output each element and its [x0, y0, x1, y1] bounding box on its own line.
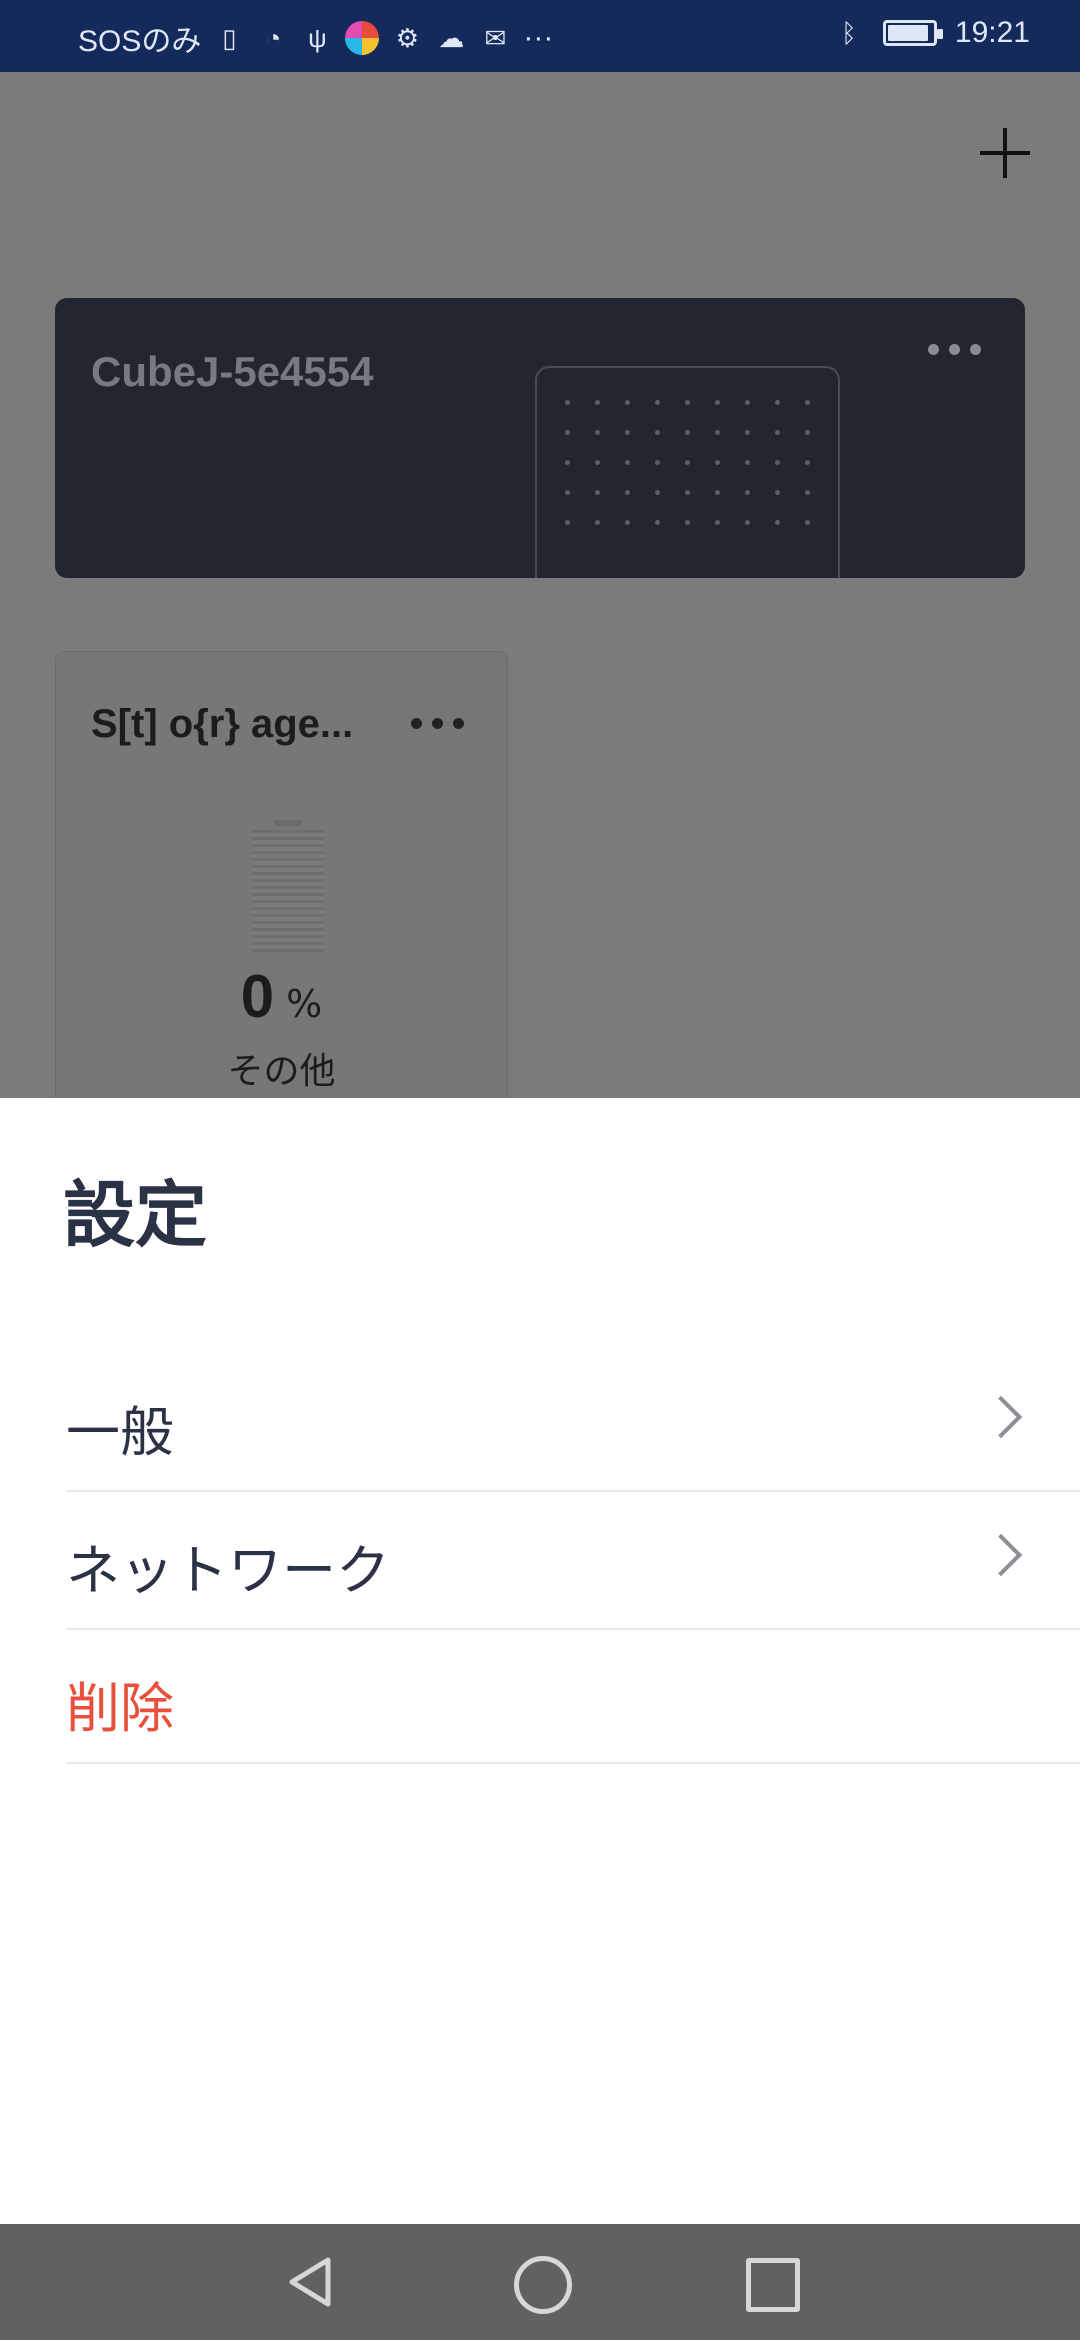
status-bar: SOSのみ ▯ ◔ ψ ⚙ ☁ ✉ ··· ᛒ 19:21 [0, 0, 1080, 72]
device-dot [715, 460, 720, 465]
device-dot [805, 520, 810, 525]
device-dot [595, 490, 600, 495]
storage-type-label: その他 [227, 1051, 336, 1092]
storage-card[interactable]: S[t] o{r} age... 0% その他 [55, 651, 508, 1111]
device-illustration [535, 366, 840, 578]
recent-square-icon[interactable] [746, 2258, 800, 2312]
device-dot [715, 430, 720, 435]
device-dot [625, 460, 630, 465]
device-dot [655, 430, 660, 435]
plus-icon[interactable] [980, 128, 1030, 178]
device-dot [655, 400, 660, 405]
device-dot [745, 490, 750, 495]
device-dot [595, 430, 600, 435]
device-dot [745, 460, 750, 465]
status-right: ᛒ 19:21 [833, 16, 1030, 50]
storage-more-icon[interactable] [411, 718, 464, 729]
device-dot [625, 430, 630, 435]
device-dot [805, 460, 810, 465]
settings-bottom-sheet: 設定 一般 ネットワーク 削除 [0, 1098, 1080, 2224]
bluetooth-icon: ᛒ [841, 17, 857, 48]
app-color-icon [345, 21, 380, 55]
device-dot [655, 490, 660, 495]
device-name: CubeJ-5e4554 [91, 348, 374, 395]
device-dot [655, 460, 660, 465]
chevron-right-icon [979, 1533, 1023, 1577]
gear-icon: ⚙ [395, 22, 420, 53]
device-dot [745, 400, 750, 405]
menu-item-network[interactable]: ネットワーク [66, 1494, 1080, 1630]
sheet-title: 設定 [63, 1173, 208, 1257]
device-dot [775, 400, 780, 405]
chevron-right-icon [979, 1395, 1023, 1439]
device-dot [565, 400, 570, 405]
device-dot [715, 490, 720, 495]
more-horizontal-icon[interactable] [928, 344, 981, 355]
menu-item-delete-label: 削除 [66, 1677, 174, 1740]
device-dot [655, 520, 660, 525]
clock: 19:21 [954, 16, 1030, 49]
device-dot [775, 430, 780, 435]
menu-item-general[interactable]: 一般 [66, 1356, 1080, 1492]
device-dot [685, 460, 690, 465]
device-dot [805, 430, 810, 435]
sim-icon: ▯ [222, 22, 237, 53]
device-dot [565, 520, 570, 525]
device-dot [715, 520, 720, 525]
storage-name: S[t] o{r} age... [91, 702, 354, 746]
home-circle-icon[interactable] [514, 2256, 572, 2314]
device-dot [595, 460, 600, 465]
device-dot [565, 490, 570, 495]
device-dot [775, 460, 780, 465]
device-dot [745, 430, 750, 435]
storage-usage: 0% [56, 962, 507, 1031]
menu-item-network-label: ネットワーク [66, 1539, 390, 1602]
navigation-bar [0, 2224, 1080, 2340]
storage-gauge-icon [252, 820, 324, 952]
storage-percent: 0 [240, 963, 275, 1030]
device-dot [625, 490, 630, 495]
device-dot [685, 490, 690, 495]
device-card[interactable]: CubeJ-5e4554 [55, 298, 1025, 578]
device-dot [685, 400, 690, 405]
device-dot [565, 460, 570, 465]
battery-icon [882, 20, 943, 46]
device-dot [775, 490, 780, 495]
cloud-icon: ☁ [438, 22, 465, 53]
device-dot [745, 520, 750, 525]
device-dot [685, 430, 690, 435]
carrier-label: SOSのみ [78, 25, 202, 58]
back-triangle-icon[interactable] [282, 2254, 338, 2310]
menu-item-delete[interactable]: 削除 [66, 1632, 1080, 1764]
device-dot [625, 400, 630, 405]
status-left: SOSのみ ▯ ◔ ψ ⚙ ☁ ✉ ··· [78, 16, 553, 60]
menu-item-general-label: 一般 [66, 1401, 174, 1464]
storage-percent-unit: % [286, 982, 323, 1026]
device-dot [775, 520, 780, 525]
device-dot [565, 430, 570, 435]
wifi-icon: ◔ [265, 22, 282, 53]
notification-icon: ✉ [484, 22, 507, 53]
device-dot [685, 520, 690, 525]
more-notifications: ··· [523, 21, 554, 54]
device-dot [595, 400, 600, 405]
device-dot [805, 490, 810, 495]
device-dot [625, 520, 630, 525]
device-dot [805, 400, 810, 405]
usb-icon: ψ [308, 22, 327, 53]
device-dot [715, 400, 720, 405]
device-dot [595, 520, 600, 525]
